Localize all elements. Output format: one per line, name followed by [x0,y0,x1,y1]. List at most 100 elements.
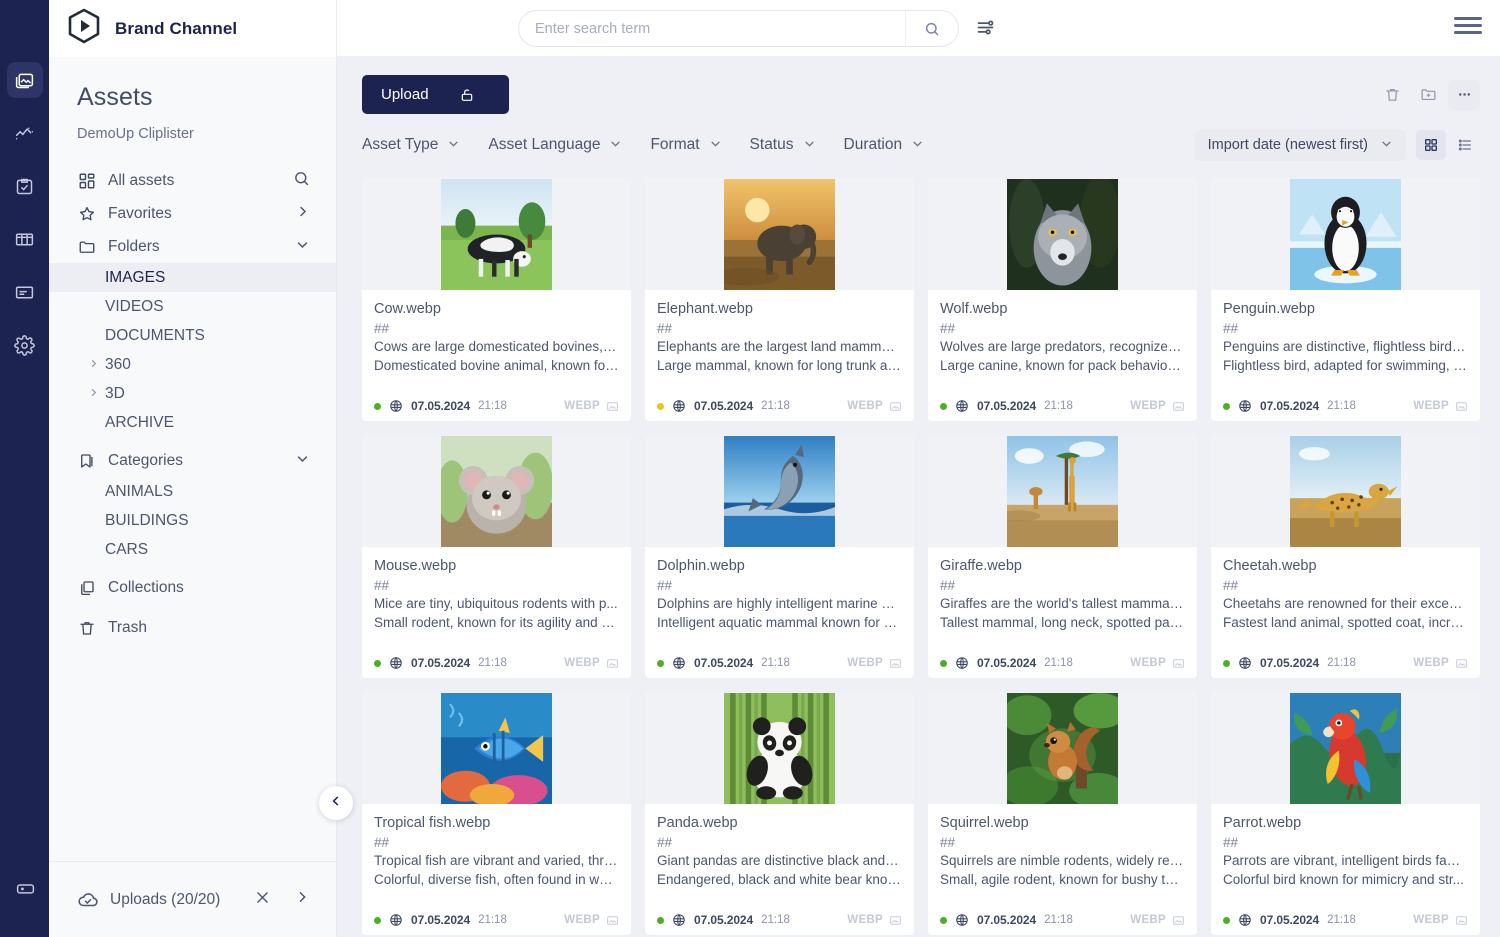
sidebar-header: Brand Channel [49,0,336,57]
filter-status[interactable]: Status [750,136,816,154]
asset-thumbnail[interactable] [645,692,914,804]
asset-card[interactable]: Cheetah.webp ## Cheetahs are renowned fo… [1211,435,1480,678]
asset-description-1: Squirrels are nimble rodents, widely rec… [940,852,1185,870]
asset-date: 07.05.2024 [411,913,470,927]
asset-thumbnail[interactable] [928,178,1197,290]
grid-view-button[interactable] [1416,130,1446,160]
image-icon [1455,657,1468,670]
asset-thumbnail[interactable] [362,435,631,547]
folder-item-3d[interactable]: 3D [49,379,336,408]
asset-card[interactable]: Dolphin.webp ## Dolphins are highly inte… [645,435,914,678]
cloud-check-icon [77,889,99,911]
folder-item-360[interactable]: 360 [49,350,336,379]
sidebar-item-folders[interactable]: Folders [49,230,336,263]
filter-asset-language[interactable]: Asset Language [488,136,622,154]
chevron-down-icon [803,137,816,153]
upload-button[interactable]: Upload [362,75,509,114]
globe-icon [1238,913,1252,927]
delete-selected-button[interactable] [1376,80,1408,110]
folder-item-documents[interactable]: DOCUMENTS [49,321,336,350]
status-badge [657,917,664,924]
app-root: Brand Channel Assets DemoUp Cliplister A… [0,0,1500,937]
asset-card-body: Parrot.webp ## Parrots are vibrant, inte… [1211,804,1480,905]
asset-card[interactable]: Wolf.webp ## Wolves are large predators,… [928,178,1197,421]
asset-card[interactable]: Penguin.webp ## Penguins are distinctive… [1211,178,1480,421]
asset-filename: Wolf.webp [940,301,1185,317]
folder-item-images[interactable]: IMAGES [49,263,336,292]
asset-grid-scroll[interactable]: Cow.webp ## Cows are large domesticated … [337,172,1500,937]
asset-description-1: Cheetahs are renowned for their excepti.… [1223,595,1468,613]
add-to-folder-button[interactable] [1412,80,1444,110]
icon-rail [0,0,49,937]
rail-item-analytics[interactable] [7,115,43,151]
asset-thumbnail[interactable] [362,178,631,290]
asset-card[interactable]: Squirrel.webp ## Squirrels are nimble ro… [928,692,1197,935]
sidebar-item-trash[interactable]: Trash [49,611,336,644]
top-bar [337,0,1500,57]
asset-description-2: Colorful, diverse fish, often found in w… [374,871,619,889]
list-view-button[interactable] [1450,130,1480,160]
search-input[interactable] [519,21,905,37]
asset-thumbnail[interactable] [1211,178,1480,290]
asset-date: 07.05.2024 [411,656,470,670]
rail-item-articles[interactable] [7,274,43,310]
status-badge [657,403,664,410]
search-submit-button[interactable] [905,11,958,46]
asset-thumbnail[interactable] [928,435,1197,547]
filter-sliders-icon[interactable] [975,17,996,43]
filter-duration[interactable]: Duration [844,136,925,154]
asset-card[interactable]: Panda.webp ## Giant pandas are distincti… [645,692,914,935]
asset-format: WEBP [1130,914,1185,927]
rail-item-boards[interactable] [7,221,43,257]
asset-thumbnail[interactable] [1211,435,1480,547]
asset-card[interactable]: Cow.webp ## Cows are large domesticated … [362,178,631,421]
category-item-buildings[interactable]: BUILDINGS [49,506,336,535]
chevron-right-icon[interactable] [88,358,99,372]
folder-item-archive[interactable]: ARCHIVE [49,408,336,437]
sidebar-collapse-button[interactable] [319,786,353,820]
sidebar-item-categories[interactable]: Categories [49,444,336,477]
folder-item-videos[interactable]: VIDEOS [49,292,336,321]
rail-item-assets[interactable] [7,62,43,98]
category-item-cars[interactable]: CARS [49,535,336,564]
chevron-right-icon[interactable] [88,387,99,401]
asset-thumbnail[interactable] [362,692,631,804]
asset-thumbnail[interactable] [928,692,1197,804]
asset-thumbnail[interactable] [645,178,914,290]
asset-thumbnail[interactable] [1211,692,1480,804]
asset-filename: Cheetah.webp [1223,558,1468,574]
sidebar: Brand Channel Assets DemoUp Cliplister A… [49,0,337,937]
asset-card[interactable]: Mouse.webp ## Mice are tiny, ubiquitous … [362,435,631,678]
rail-item-settings[interactable] [7,327,43,363]
asset-card[interactable]: Giraffe.webp ## Giraffes are the world's… [928,435,1197,678]
image-icon [606,914,619,927]
close-x-icon[interactable] [248,889,277,911]
asset-thumbnail-image [1007,436,1118,547]
status-badge [374,917,381,924]
hamburger-menu-icon[interactable] [1454,17,1482,34]
rail-item-tasks[interactable] [7,168,43,204]
sidebar-item-favorites[interactable]: Favorites [49,197,336,230]
chevron-down-icon[interactable] [295,451,310,471]
rail-item-tag[interactable] [7,870,43,906]
chevron-down-icon[interactable] [295,237,310,257]
asset-description-2: Large canine, known for pack behavior a.… [940,357,1185,375]
sidebar-item-collections[interactable]: Collections [49,571,336,604]
category-item-animals[interactable]: ANIMALS [49,477,336,506]
filter-format[interactable]: Format [650,136,721,154]
asset-card[interactable]: Parrot.webp ## Parrots are vibrant, inte… [1211,692,1480,935]
uploads-expand-chevron-right-icon[interactable] [288,889,316,910]
filter-asset-type[interactable]: Asset Type [362,136,460,154]
folder-label: VIDEOS [105,298,164,316]
more-options-button[interactable] [1448,80,1480,110]
sort-dropdown[interactable]: Import date (newest first) [1195,130,1406,161]
asset-card[interactable]: Elephant.webp ## Elephants are the large… [645,178,914,421]
asset-description-2: Small rodent, known for its agility and … [374,614,619,632]
chevron-right-icon[interactable] [295,204,310,224]
asset-thumbnail[interactable] [645,435,914,547]
asset-card[interactable]: Tropical fish.webp ## Tropical fish are … [362,692,631,935]
sidebar-item-all-assets[interactable]: All assets [49,164,336,197]
brand[interactable]: Brand Channel [49,7,237,50]
search-icon[interactable] [293,170,310,192]
asset-format-label: WEBP [847,914,883,926]
